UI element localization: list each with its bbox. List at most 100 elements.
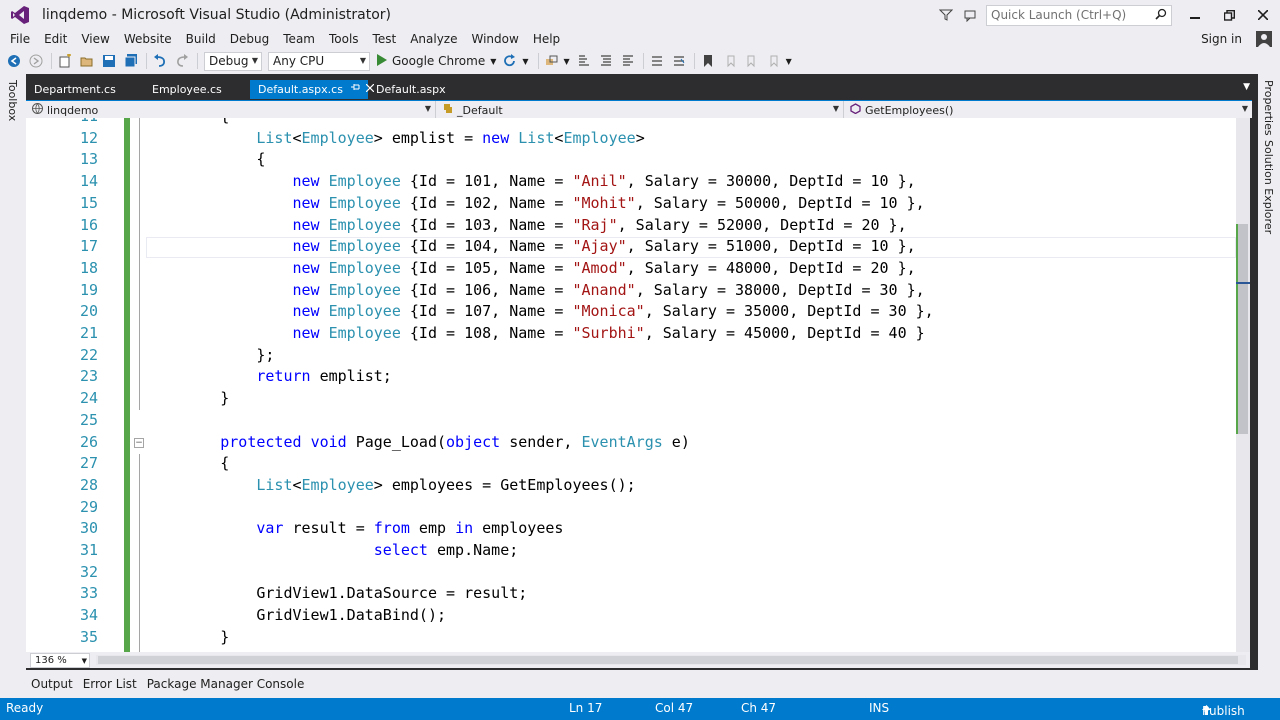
status-char: Ch 47	[741, 701, 777, 715]
redo-icon[interactable]	[172, 51, 192, 71]
previous-bookmark-icon[interactable]	[720, 51, 740, 71]
code-line[interactable]: 24 }	[26, 388, 1236, 410]
code-text: List<Employee> employees = GetEmployees(…	[148, 475, 635, 497]
menu-team[interactable]: Team	[276, 30, 322, 48]
code-line[interactable]: 23 return emplist;	[26, 366, 1236, 388]
code-line[interactable]: 12 List<Employee> emplist = new List<Emp…	[26, 128, 1236, 150]
tab-package-manager-console[interactable]: Package Manager Console	[142, 677, 310, 691]
new-project-icon[interactable]	[55, 51, 75, 71]
menu-test[interactable]: Test	[366, 30, 404, 48]
chevron-down-icon[interactable]: ▼	[522, 57, 528, 66]
code-line[interactable]: 27 {	[26, 453, 1236, 475]
chevron-down-icon[interactable]: ▼	[564, 57, 570, 66]
code-token: var	[256, 519, 284, 538]
zoom-level-select[interactable]: 136 % ▼	[30, 652, 90, 668]
horizontal-scrollbar-thumb[interactable]	[98, 656, 1238, 664]
user-icon[interactable]	[1256, 31, 1272, 47]
code-line[interactable]: 30 var result = from emp in employees	[26, 518, 1236, 540]
filter-icon[interactable]	[934, 3, 958, 27]
tab-output[interactable]: Output	[26, 677, 78, 691]
navigate-back-icon[interactable]	[4, 51, 24, 71]
menu-help[interactable]: Help	[526, 30, 567, 48]
toolbar-separator	[197, 53, 198, 69]
code-line[interactable]: 31 select emp.Name;	[26, 540, 1236, 562]
member-dropdown[interactable]: GetEmployees() ▼	[844, 101, 1252, 119]
code-line[interactable]: 33 GridView1.DataSource = result;	[26, 583, 1236, 605]
code-line[interactable]: 26 protected void Page_Load(object sende…	[26, 432, 1236, 454]
code-line[interactable]: 35 }	[26, 627, 1236, 649]
code-line[interactable]: 14 new Employee {Id = 101, Name = "Anil"…	[26, 171, 1236, 193]
tab-list-dropdown-icon[interactable]: ▼	[1243, 82, 1250, 92]
menu-file[interactable]: File	[0, 30, 37, 48]
code-line[interactable]: 28 List<Employee> employees = GetEmploye…	[26, 475, 1236, 497]
undo-icon[interactable]	[150, 51, 170, 71]
standard-toolbar: Debug ▼ Any CPU ▼ Google Chrome ▼ ▼ ▼ ▼	[0, 48, 1280, 74]
toolbar-overflow-icon[interactable]: ▼	[786, 57, 792, 66]
menu-edit[interactable]: Edit	[37, 30, 74, 48]
code-token: from	[373, 519, 410, 538]
menu-analyze[interactable]: Analyze	[403, 30, 464, 48]
vertical-scrollbar[interactable]	[1236, 118, 1250, 652]
next-bookmark-icon[interactable]	[742, 51, 762, 71]
code-token: void	[310, 432, 347, 451]
tab-default-aspx[interactable]: Default.aspx	[368, 80, 458, 99]
feedback-icon[interactable]	[958, 3, 982, 27]
uncomment-lines-icon[interactable]	[669, 51, 689, 71]
minimize-button[interactable]	[1178, 0, 1212, 30]
code-line[interactable]: 29	[26, 497, 1236, 519]
code-line[interactable]: 11 {	[26, 118, 1236, 128]
sign-in-link[interactable]: Sign in	[1201, 30, 1242, 48]
menu-tools[interactable]: Tools	[322, 30, 366, 48]
code-line[interactable]: 15 new Employee {Id = 102, Name = "Mohit…	[26, 193, 1236, 215]
project-dropdown[interactable]: linqdemo ▼	[26, 101, 436, 119]
refresh-icon[interactable]	[500, 51, 520, 71]
solution-platform-select[interactable]: Any CPU ▼	[268, 51, 370, 71]
step-into-icon[interactable]	[574, 51, 594, 71]
code-line[interactable]: 18 new Employee {Id = 105, Name = "Amod"…	[26, 258, 1236, 280]
step-over-icon[interactable]	[596, 51, 616, 71]
scrollbar-thumb[interactable]	[1238, 224, 1248, 434]
open-file-icon[interactable]	[77, 51, 97, 71]
clear-bookmarks-icon[interactable]	[764, 51, 784, 71]
code-line[interactable]: 20 new Employee {Id = 107, Name = "Monic…	[26, 301, 1236, 323]
chevron-down-icon[interactable]: ▼	[490, 57, 496, 66]
save-icon[interactable]	[99, 51, 119, 71]
close-button[interactable]	[1246, 0, 1280, 30]
code-line[interactable]: 22 };	[26, 345, 1236, 367]
bookmark-icon[interactable]	[698, 51, 718, 71]
code-line[interactable]: 21 new Employee {Id = 108, Name = "Surbh…	[26, 323, 1236, 345]
step-out-icon[interactable]	[618, 51, 638, 71]
code-line[interactable]: 25	[26, 410, 1236, 432]
restore-button[interactable]	[1212, 0, 1246, 30]
tab-default-aspx-cs[interactable]: Default.aspx.cs	[250, 80, 375, 99]
code-token: result =	[283, 519, 374, 538]
tab-error-list[interactable]: Error List	[78, 677, 142, 691]
menu-build[interactable]: Build	[179, 30, 223, 48]
code-line[interactable]: 17 new Employee {Id = 104, Name = "Ajay"…	[26, 236, 1236, 258]
code-line[interactable]: 32	[26, 562, 1236, 584]
class-dropdown[interactable]: _Default ▼	[436, 101, 844, 119]
menu-window[interactable]: Window	[464, 30, 525, 48]
solution-explorer-tab[interactable]: Solution Explorer	[1262, 140, 1275, 234]
solution-configuration-select[interactable]: Debug ▼	[204, 51, 262, 71]
code-editor[interactable]: − 11 {12 List<Employee> emplist = new Li…	[26, 118, 1250, 652]
tab-department-cs[interactable]: Department.cs	[26, 80, 144, 99]
tab-employee-cs[interactable]: Employee.cs	[144, 80, 250, 99]
browser-link-icon[interactable]	[542, 51, 562, 71]
menu-debug[interactable]: Debug	[223, 30, 276, 48]
navigate-forward-icon[interactable]	[26, 51, 46, 71]
code-token: Employee	[301, 128, 374, 147]
code-line[interactable]: 13 {	[26, 149, 1236, 171]
quick-launch-input[interactable]: Quick Launch (Ctrl+Q)	[986, 4, 1172, 26]
save-all-icon[interactable]	[121, 51, 141, 71]
properties-tab[interactable]: Properties	[1262, 80, 1275, 136]
comment-lines-icon[interactable]	[647, 51, 667, 71]
code-line[interactable]: 19 new Employee {Id = 106, Name = "Anand…	[26, 280, 1236, 302]
menu-website[interactable]: Website	[117, 30, 179, 48]
start-debugging-button[interactable]: Google Chrome ▼	[377, 53, 496, 69]
code-line[interactable]: 34 GridView1.DataBind();	[26, 605, 1236, 627]
menu-view[interactable]: View	[74, 30, 116, 48]
code-line[interactable]: 16 new Employee {Id = 103, Name = "Raj",…	[26, 215, 1236, 237]
pin-icon[interactable]	[350, 80, 360, 99]
toolbox-tab[interactable]: Toolbox	[6, 80, 19, 121]
